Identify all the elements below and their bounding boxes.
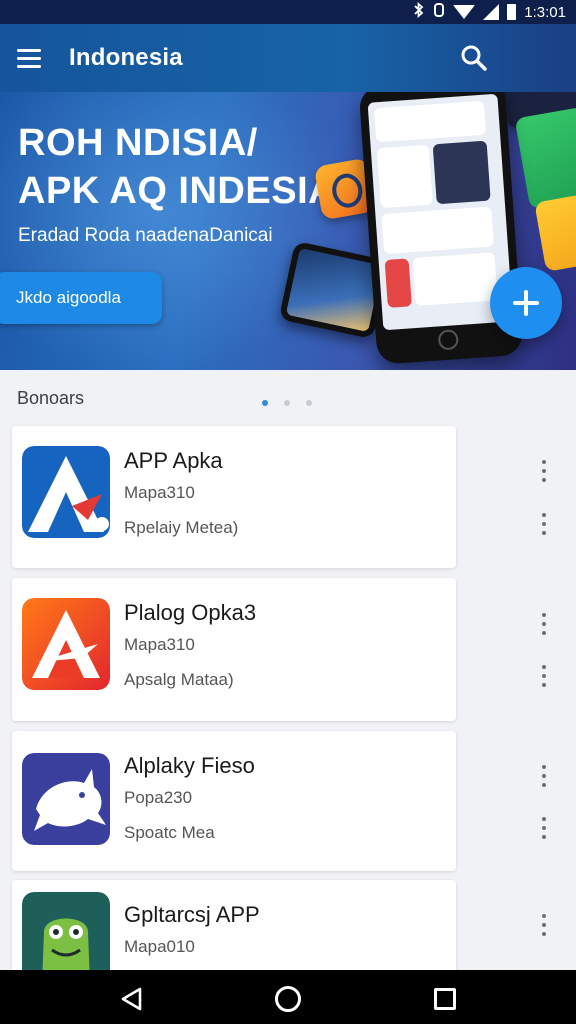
more-options-icon[interactable] [538, 460, 550, 482]
app-name: Plalog Opka3 [124, 600, 257, 625]
hero-banner[interactable]: ROH NDISIA/ APK AQ INDESIA Eradad Roda n… [0, 92, 576, 370]
more-options-icon[interactable] [538, 513, 550, 535]
hero-headline-2: APK AQ INDESIA [18, 170, 337, 212]
carousel-dot[interactable] [284, 400, 290, 406]
system-nav-bar [0, 970, 576, 1024]
app-description: Apsalg Mataa) [124, 670, 234, 689]
section-title: Bonoars [17, 388, 85, 408]
app-list-item[interactable]: APP Apka Mapa310 Rpelaiy Metea) [12, 426, 456, 568]
app-name: Gpltarcsj APP [124, 902, 260, 927]
app-bar: Indonesia [0, 24, 576, 92]
signal-icon [483, 4, 500, 20]
more-options-icon[interactable] [538, 613, 550, 635]
more-options-icon[interactable] [538, 914, 550, 936]
red-a-logo-icon [22, 598, 110, 690]
status-bar: 1:3:01 [0, 0, 576, 24]
app-meta: Popa230 [124, 788, 193, 807]
hero-cta-button[interactable]: Jkdo aigoodla [0, 272, 162, 324]
vibrate-icon [433, 2, 445, 22]
hero-headline-1: ROH NDISIA/ [18, 122, 258, 164]
carousel-dot[interactable] [306, 400, 312, 406]
more-options-icon[interactable] [538, 765, 550, 787]
more-options-icon[interactable] [538, 665, 550, 687]
carousel-indicator[interactable] [262, 400, 312, 406]
carousel-dot[interactable] [262, 400, 268, 406]
home-icon[interactable] [275, 986, 301, 1012]
app-meta: Mapa310 [124, 635, 195, 654]
search-icon[interactable] [458, 42, 490, 74]
back-icon[interactable] [120, 987, 144, 1011]
white-a-logo-icon [22, 446, 110, 538]
app-description: Rpelaiy Metea) [124, 518, 239, 537]
yellow-app-card [534, 194, 576, 272]
app-meta: Mapa010 [124, 937, 195, 956]
shark-icon [22, 753, 110, 845]
bluetooth-icon [413, 2, 425, 22]
status-icons: 1:3:01 [413, 2, 566, 22]
wifi-icon [453, 5, 476, 19]
battery-icon [507, 4, 517, 20]
app-description: Spoatc Mea [124, 823, 215, 842]
app-list-item[interactable]: Alplaky Fieso Popa230 Spoatc Mea [12, 731, 456, 871]
green-app-card [514, 106, 576, 210]
status-time: 1:3:01 [524, 3, 566, 21]
recents-icon[interactable] [434, 988, 456, 1010]
app-list-item[interactable]: Plalog Opka3 Mapa310 Apsalg Mataa) [12, 578, 456, 721]
app-meta: Mapa310 [124, 483, 195, 502]
add-fab-button[interactable] [490, 267, 562, 339]
more-options-icon[interactable] [538, 817, 550, 839]
hero-subtitle: Eradad Roda naadenaDanicai [18, 225, 273, 246]
app-name: APP Apka [124, 448, 223, 473]
hamburger-menu-icon[interactable] [12, 42, 46, 74]
app-name: Alplaky Fieso [124, 753, 255, 778]
app-title: Indonesia [69, 44, 183, 71]
